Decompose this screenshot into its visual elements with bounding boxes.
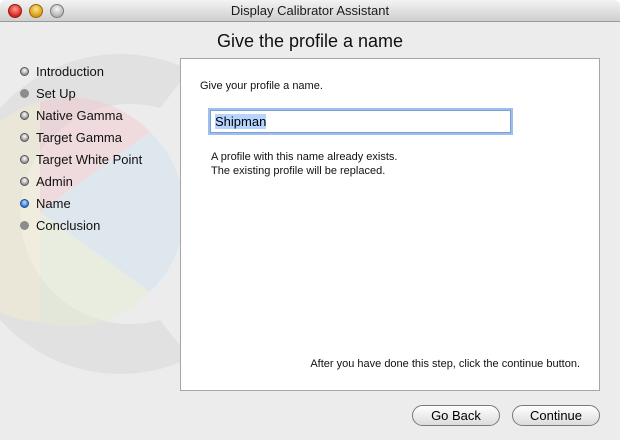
step-done-bullet-icon	[20, 66, 29, 76]
step-label: Conclusion	[36, 217, 101, 233]
warning-line: A profile with this name already exists.	[211, 151, 398, 163]
step-label: Set Up	[36, 85, 76, 101]
title-bar: Display Calibrator Assistant	[0, 0, 620, 22]
duplicate-name-warning: A profile with this name already exists.…	[211, 150, 397, 178]
step-name: Name	[20, 192, 142, 214]
profile-name-field[interactable]: Shipman	[210, 110, 511, 133]
step-label: Name	[36, 195, 71, 211]
continue-button[interactable]: Continue	[512, 405, 600, 426]
content-panel: Give your profile a name. Shipman A prof…	[180, 58, 600, 391]
step-done-bullet-icon	[20, 110, 29, 120]
window-title: Display Calibrator Assistant	[230, 3, 390, 18]
continue-instruction: After you have done this step, click the…	[310, 358, 580, 370]
step-admin: Admin	[20, 170, 142, 192]
step-label: Admin	[36, 173, 73, 189]
step-label: Native Gamma	[36, 107, 123, 123]
profile-name-selected-text[interactable]: Shipman	[215, 114, 267, 129]
step-target-gamma: Target Gamma	[20, 126, 142, 148]
warning-line: The existing profile will be replaced.	[211, 165, 386, 177]
step-list: Introduction Set Up Native Gamma Target …	[20, 60, 142, 236]
step-target-white-point: Target White Point	[20, 148, 142, 170]
step-pending-bullet-icon	[20, 220, 29, 230]
assistant-window: Display Calibrator Assistant Give the pr…	[0, 0, 620, 440]
name-prompt: Give your profile a name.	[200, 80, 323, 92]
page-title: Give the profile a name	[216, 31, 404, 51]
step-native-gamma: Native Gamma	[20, 104, 142, 126]
step-done-bullet-icon	[20, 132, 29, 142]
step-label: Introduction	[36, 63, 104, 79]
step-current-bullet-icon	[20, 198, 29, 208]
step-label: Target White Point	[36, 151, 143, 167]
step-conclusion: Conclusion	[20, 214, 142, 236]
step-label: Target Gamma	[36, 129, 122, 145]
go-back-button[interactable]: Go Back	[412, 405, 500, 426]
step-set-up: Set Up	[20, 82, 142, 104]
step-done-bullet-icon	[20, 176, 29, 186]
step-pending-bullet-icon	[20, 88, 29, 98]
step-done-bullet-icon	[20, 154, 29, 164]
step-introduction: Introduction	[20, 60, 142, 82]
